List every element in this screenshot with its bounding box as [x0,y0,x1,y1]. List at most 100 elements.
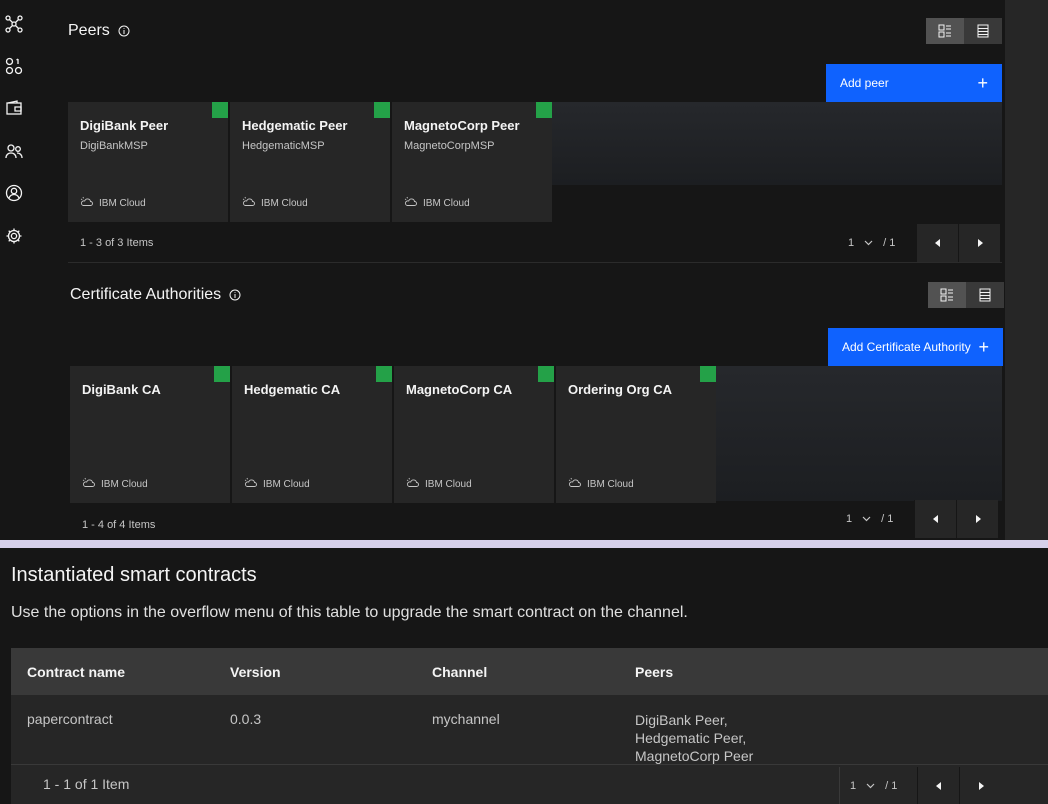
ca-tile[interactable]: DigiBank CA IBM Cloud [70,366,230,503]
ca-name: Hedgematic CA [244,382,341,397]
next-page-button[interactable] [958,224,1000,262]
tile-row-background [716,366,1002,501]
add-peer-label: Add peer [840,76,889,90]
add-peer-button[interactable]: Add peer + [826,64,1002,102]
grid-view-icon[interactable] [928,282,966,308]
ca-tile[interactable]: MagnetoCorp CA IBM Cloud [394,366,554,503]
peers-cell: DigiBank Peer, Hedgematic Peer, MagnetoC… [619,711,1048,765]
items-count: 1 - 4 of 4 Items [82,519,156,531]
cloud-icon [568,477,581,491]
previous-page-button[interactable] [914,500,956,538]
info-icon[interactable] [229,289,241,301]
status-indicator [376,366,392,382]
section-divider [68,262,1002,263]
peer-msp: MagnetoCorpMSP [404,140,495,152]
add-ca-button[interactable]: Add Certificate Authority + [828,328,1003,366]
peer-tile[interactable]: DigiBank Peer DigiBankMSP IBM Cloud [68,102,228,222]
page-select[interactable]: 1 / 1 [836,500,914,538]
total-pages: / 1 [883,237,896,249]
peers-title: Peers [68,22,110,39]
wallet-icon[interactable] [5,99,23,117]
smart-contracts-description: Use the options in the overflow menu of … [11,604,688,621]
column-header-contract-name[interactable]: Contract name [11,664,214,680]
user-profile-icon[interactable] [5,184,23,202]
cloud-icon [406,477,419,491]
cloud-icon [82,477,95,491]
peer-name: MagnetoCorp Peer [404,118,520,133]
list-view-icon[interactable] [964,18,1002,44]
ca-pagination-count: 1 - 4 of 4 Items [82,505,155,545]
total-pages: / 1 [881,513,894,525]
page-select[interactable]: 1 / 1 [838,224,916,262]
table-row[interactable]: papercontract 0.0.3 mychannel DigiBank P… [11,695,1048,765]
status-indicator [700,366,716,382]
caret-right-icon [978,781,984,790]
status-indicator [214,366,230,382]
info-icon[interactable] [118,25,130,37]
ca-name: DigiBank CA [82,382,161,397]
caret-right-icon [975,515,981,523]
peer-name: DigiBank Peer [80,118,169,133]
ca-title: Certificate Authorities [70,286,222,303]
peers-view-toggle [926,18,1002,44]
cloud-icon [244,477,257,491]
ca-pager: 1 / 1 [836,500,998,538]
peer-msp: DigiBankMSP [80,140,148,152]
users-icon[interactable] [5,142,23,160]
network-icon[interactable] [5,15,23,33]
page-number: 1 [848,237,855,249]
column-header-channel[interactable]: Channel [416,664,619,680]
peer-entry: DigiBank Peer, [635,712,728,728]
items-count: 1 - 1 of 1 Item [43,776,130,792]
status-indicator [212,102,228,118]
add-ca-label: Add Certificate Authority [842,340,971,354]
ca-location: IBM Cloud [263,478,310,490]
column-header-version[interactable]: Version [214,664,416,680]
page-select[interactable]: 1 / 1 [839,767,917,804]
page-number: 1 [846,513,853,525]
tile-row-background [552,102,1002,185]
previous-page-button[interactable] [917,767,959,804]
peer-name: Hedgematic Peer [242,118,348,133]
peer-tile[interactable]: MagnetoCorp Peer MagnetoCorpMSP IBM Clou… [392,102,552,222]
smart-contracts-table: Contract name Version Channel Peers pape… [11,648,1048,765]
ca-tile[interactable]: Hedgematic CA IBM Cloud [232,366,392,503]
column-header-peers[interactable]: Peers [619,663,1048,681]
ca-name: Ordering Org CA [568,382,673,397]
ca-tile[interactable]: Ordering Org CA IBM Cloud [556,366,716,503]
dashboard-region: Peers Add peer + DigiBank Peer DigiBankM… [0,0,1048,540]
channel-cell: mychannel [432,711,500,727]
ca-name: MagnetoCorp CA [406,382,513,397]
peer-location: IBM Cloud [423,197,470,209]
ca-location: IBM Cloud [587,478,634,490]
peer-entry: Hedgematic Peer, [635,730,747,746]
next-page-button[interactable] [959,767,1001,804]
page-number: 1 [850,779,857,792]
previous-page-button[interactable] [916,224,958,262]
caret-left-icon [934,239,940,247]
chevron-down-icon [862,513,871,525]
settings-icon[interactable] [5,227,23,245]
peers-heading: Peers [68,22,130,40]
next-page-button[interactable] [956,500,998,538]
list-view-icon[interactable] [966,282,1004,308]
contracts-pager: 1 / 1 [839,767,1001,804]
ca-view-toggle [928,282,1004,308]
peer-location: IBM Cloud [261,197,308,209]
peer-location: IBM Cloud [99,197,146,209]
smart-contracts-section: Instantiated smart contracts Use the opt… [0,548,1048,804]
table-pagination: 1 - 1 of 1 Item 1 / 1 [11,765,1048,804]
caret-left-icon [932,515,938,523]
sidebar [0,0,30,540]
items-count: 1 - 3 of 3 Items [80,237,154,249]
cloud-icon [404,196,417,210]
ca-location: IBM Cloud [101,478,148,490]
version-cell: 0.0.3 [230,711,262,727]
plus-icon: + [977,73,988,93]
grid-view-icon[interactable] [926,18,964,44]
caret-left-icon [935,781,941,790]
status-indicator [538,366,554,382]
nodes-icon[interactable] [5,57,23,75]
peer-tile[interactable]: Hedgematic Peer HedgematicMSP IBM Cloud [230,102,390,222]
total-pages: / 1 [885,779,898,792]
